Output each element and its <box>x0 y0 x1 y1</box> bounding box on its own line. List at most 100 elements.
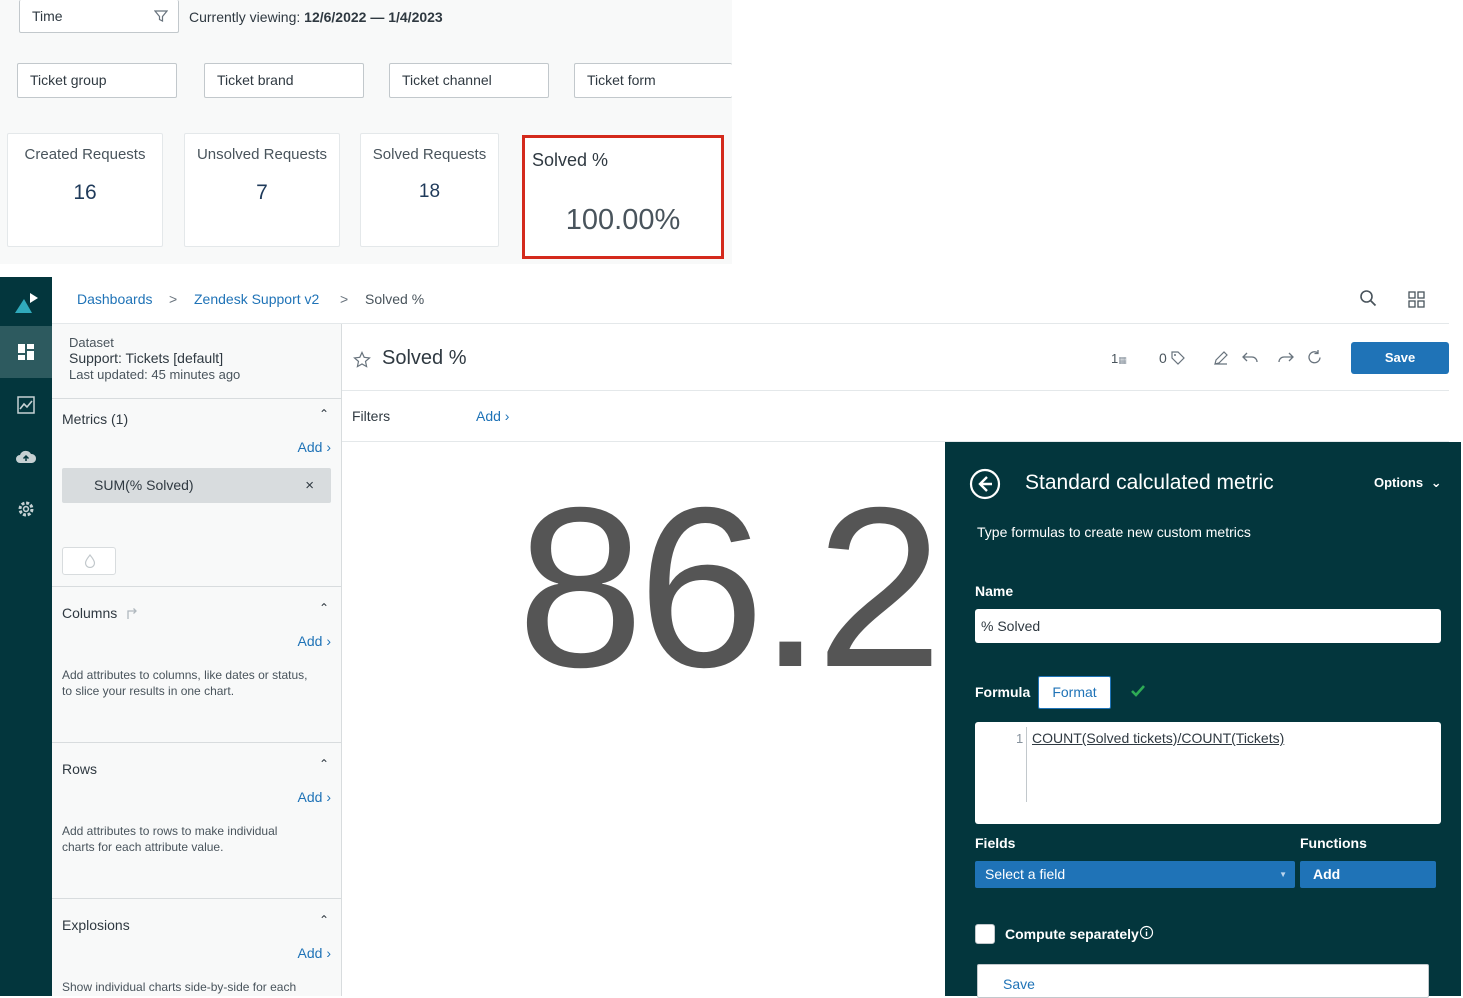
functions-add-button[interactable]: Add <box>1300 861 1436 888</box>
rail-settings[interactable] <box>0 483 52 535</box>
save-metric-button[interactable]: Save <box>977 964 1429 998</box>
columns-add-link[interactable]: Add › <box>298 633 331 649</box>
filter-label: Ticket channel <box>402 72 492 88</box>
filters-add-link[interactable]: Add › <box>476 408 509 424</box>
metric-chip[interactable]: SUM(% Solved) × <box>62 468 331 503</box>
options-menu[interactable]: Options ⌄ <box>1374 475 1442 491</box>
kpi-solved-requests: Solved Requests 18 <box>360 133 499 247</box>
formula-editor[interactable]: 1 COUNT(Solved tickets)/COUNT(Tickets) <box>975 722 1441 824</box>
time-filter[interactable]: Time <box>19 0 179 33</box>
search-icon[interactable] <box>1359 289 1377 307</box>
undo-icon[interactable] <box>1241 350 1259 366</box>
breadcrumb-dashboards[interactable]: Dashboards <box>77 291 153 307</box>
metric-chip-remove-icon[interactable]: × <box>305 477 314 494</box>
chevron-down-icon: ⌄ <box>1430 475 1442 490</box>
refresh-icon[interactable] <box>1306 349 1323 366</box>
name-label: Name <box>975 583 1014 599</box>
dataset-label: Dataset <box>69 335 114 350</box>
formula-text: COUNT(Solved tickets)/COUNT(Tickets) <box>1032 730 1284 746</box>
rail-datasets[interactable] <box>0 431 52 483</box>
kpi-value: 18 <box>418 181 441 202</box>
filter-label: Ticket brand <box>217 72 294 88</box>
explore-logo[interactable] <box>0 277 52 329</box>
calculated-metric-editor: Standard calculated metric Options ⌄ Typ… <box>945 442 1461 998</box>
dashboard-excerpt: Time Currently viewing: 12/6/2022 — 1/4/… <box>0 0 732 264</box>
filter-ticket-brand[interactable]: Ticket brand <box>204 63 364 98</box>
gear-icon <box>18 501 34 517</box>
kpi-solved-percent-highlighted: Solved % 100.00% <box>522 135 724 259</box>
back-arrow-icon[interactable] <box>969 468 1001 500</box>
star-icon[interactable] <box>353 351 371 369</box>
columns-section: Columns ⌃ Add › Add attributes to column… <box>52 586 341 742</box>
metrics-add-link[interactable]: Add › <box>298 439 331 455</box>
filter-ticket-group[interactable]: Ticket group <box>17 63 177 98</box>
compute-separately-label: Compute separately <box>1005 926 1139 942</box>
rows-section: Rows ⌃ Add › Add attributes to rows to m… <box>52 742 341 898</box>
explosions-title: Explosions <box>62 917 130 933</box>
checkmark-icon <box>1131 685 1145 697</box>
select-field-dropdown[interactable]: Select a field ▼ <box>975 861 1295 888</box>
time-filter-label: Time <box>32 8 63 24</box>
kpi-value: 16 <box>73 181 97 204</box>
swap-icon[interactable] <box>125 606 139 620</box>
chevron-up-icon[interactable]: ⌃ <box>319 913 329 927</box>
breadcrumb-current: Solved % <box>365 291 425 307</box>
left-nav-rail <box>0 277 52 996</box>
filters-label: Filters <box>352 408 391 424</box>
dataset-updated: Last updated: 45 minutes ago <box>69 367 241 382</box>
kpi-title: Solved Requests <box>372 146 487 163</box>
formula-label: Formula <box>975 684 1031 700</box>
name-input[interactable]: % Solved <box>975 609 1441 643</box>
explore-logo-icon <box>15 293 38 313</box>
viewing-prefix: Currently viewing: <box>189 9 301 25</box>
breadcrumb-separator: > <box>169 291 178 307</box>
tag-count[interactable]: 0 <box>1159 350 1185 366</box>
rows-add-link[interactable]: Add › <box>298 789 331 805</box>
explosions-add-link[interactable]: Add › <box>298 945 331 961</box>
report-title[interactable]: Solved % <box>382 347 467 370</box>
kpi-value: 100.00% <box>565 204 681 236</box>
droplet-icon <box>84 554 96 568</box>
options-label: Options <box>1374 475 1424 490</box>
breadcrumb-dataset[interactable]: Zendesk Support v2 <box>194 291 319 307</box>
rail-reports[interactable] <box>0 379 52 431</box>
format-button[interactable]: Format <box>1038 676 1111 709</box>
filter-ticket-channel[interactable]: Ticket channel <box>389 63 549 98</box>
redo-icon[interactable] <box>1277 350 1295 366</box>
metrics-title: Metrics (1) <box>62 411 129 427</box>
kpi-big-value: 86.2 <box>517 461 943 715</box>
editor-title: Standard calculated metric <box>1025 471 1274 494</box>
fields-label: Fields <box>975 835 1016 851</box>
funnel-icon <box>154 10 168 22</box>
save-report-button[interactable]: Save <box>1351 342 1449 374</box>
chevron-up-icon[interactable]: ⌃ <box>319 407 329 421</box>
gutter-divider <box>1026 727 1027 802</box>
edit-icon[interactable] <box>1213 350 1229 366</box>
dropdown-arrow-icon: ▼ <box>1279 870 1287 879</box>
dataset-name[interactable]: Support: Tickets [default] <box>69 350 223 366</box>
chevron-up-icon[interactable]: ⌃ <box>319 601 329 615</box>
metric-drop-button[interactable] <box>62 547 116 575</box>
kpi-created-requests: Created Requests 16 <box>7 133 163 247</box>
app-grid-icon[interactable] <box>1408 291 1425 308</box>
compute-separately-checkbox[interactable] <box>975 924 995 944</box>
result-count[interactable]: 1▦ <box>1111 351 1127 366</box>
report-toolbar: Solved % 1▦ 0 Save <box>342 324 1449 391</box>
query-sidebar: Dataset Support: Tickets [default] Last … <box>52 324 342 996</box>
formula-token: COUNT(Solved tickets) <box>1032 730 1178 746</box>
info-icon[interactable] <box>1139 925 1154 940</box>
chevron-up-icon[interactable]: ⌃ <box>319 757 329 771</box>
dashboard-icon <box>18 344 34 360</box>
filter-ticket-form[interactable]: Ticket form <box>574 63 732 98</box>
kpi-title: Unsolved Requests <box>196 146 328 163</box>
kpi-value: 7 <box>256 181 268 204</box>
rail-dashboards[interactable] <box>0 326 52 378</box>
line-number: 1 <box>1016 731 1024 746</box>
viewing-dates: 12/6/2022 — 1/4/2023 <box>304 9 443 25</box>
columns-help-text: Add attributes to columns, like dates or… <box>62 668 308 698</box>
metrics-section: Metrics (1) ⌃ Add › SUM(% Solved) × <box>52 398 341 586</box>
filter-label: Ticket form <box>587 72 656 88</box>
chart-icon <box>17 396 35 414</box>
tag-count-value: 0 <box>1159 350 1167 366</box>
columns-title: Columns <box>62 605 118 621</box>
